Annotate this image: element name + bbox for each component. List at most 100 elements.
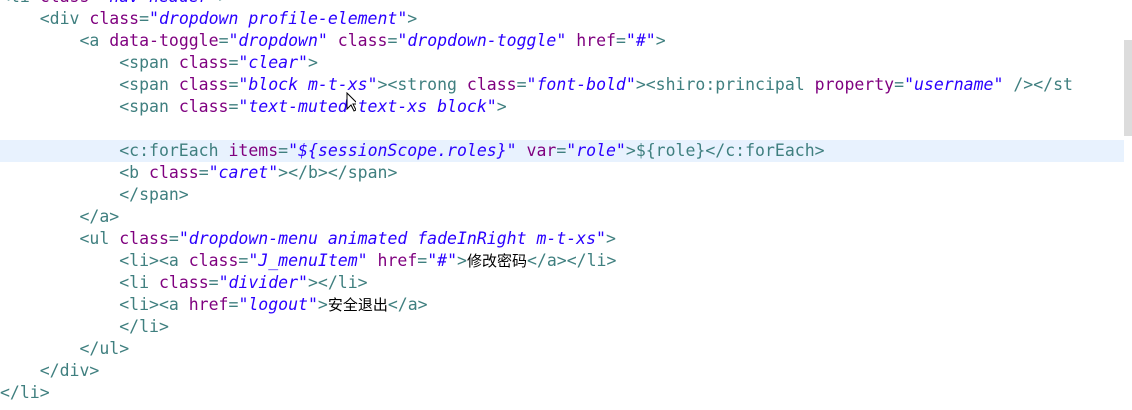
- code-token: >: [496, 97, 507, 116]
- scrollbar-thumb[interactable]: [1124, 40, 1132, 136]
- code-token: ${role}: [635, 141, 706, 160]
- code-token: =: [228, 295, 239, 314]
- code-line[interactable]: </li>: [0, 382, 1124, 404]
- code-line[interactable]: </div>: [0, 360, 1124, 382]
- vertical-scrollbar[interactable]: [1124, 0, 1132, 410]
- attribute-value: "dropdown": [228, 31, 328, 50]
- attribute-value: "J_menuItem": [248, 251, 368, 270]
- code-token: </a>: [387, 295, 428, 314]
- code-line[interactable]: </ul>: [0, 338, 1124, 360]
- code-token: >: [635, 75, 646, 94]
- attribute-value: "logout": [238, 295, 318, 314]
- attribute-name: class: [158, 273, 209, 292]
- attribute-value: "block m-t-xs": [238, 75, 378, 94]
- code-token: =: [208, 273, 219, 292]
- attribute-name: data-toggle: [109, 31, 219, 50]
- code-token: <span: [0, 75, 179, 94]
- code-line[interactable]: <li class="nav-header">: [0, 0, 1124, 8]
- code-token: =: [218, 31, 229, 50]
- code-token: <div: [0, 9, 90, 28]
- chinese-text: 安全退出: [327, 296, 388, 314]
- code-line[interactable]: <span class="block m-t-xs"><strong class…: [0, 74, 1124, 96]
- attribute-value: "font-bold": [526, 75, 636, 94]
- code-token: <li: [0, 273, 159, 292]
- code-token: <li><a: [0, 295, 189, 314]
- code-token: <b: [0, 163, 150, 182]
- code-line[interactable]: <b class="caret"></b></span>: [0, 162, 1124, 184]
- attribute-value: "divider": [218, 273, 308, 292]
- attribute-value: "${sessionScope.roles}": [288, 141, 517, 160]
- code-token: <ul: [0, 229, 120, 248]
- chinese-text: 修改密码: [466, 252, 527, 270]
- code-token: =: [168, 229, 179, 248]
- code-token: </a>: [0, 207, 120, 226]
- attribute-value: "dropdown-toggle": [397, 31, 567, 50]
- code-token: =: [516, 75, 527, 94]
- attribute-name: var: [526, 141, 557, 160]
- attribute-name: class: [119, 229, 169, 248]
- code-token: </div>: [0, 361, 100, 380]
- code-token: >: [457, 251, 467, 270]
- code-token: >: [605, 229, 616, 248]
- code-token: =: [894, 75, 905, 94]
- attribute-name: href: [576, 31, 616, 50]
- attribute-name: class: [178, 97, 229, 116]
- code-token: =: [387, 31, 398, 50]
- attribute-name: href: [377, 251, 418, 270]
- code-token: </li>: [0, 317, 169, 336]
- code-token: >: [317, 295, 328, 314]
- code-token: =: [556, 141, 567, 160]
- code-editor[interactable]: <li class="nav-header"> <div class="drop…: [0, 0, 1132, 410]
- attribute-name: class: [466, 75, 517, 94]
- code-token: =: [615, 31, 626, 50]
- attribute-name: class: [40, 0, 90, 6]
- code-token: =: [228, 75, 239, 94]
- code-line[interactable]: <li><a href="logout">安全退出</a>: [0, 294, 1124, 316]
- code-line[interactable]: [0, 118, 1124, 140]
- code-token: =: [228, 97, 239, 116]
- code-token: </c:forEach>: [705, 141, 825, 160]
- attribute-value: "text-muted text-xs block": [238, 97, 497, 116]
- attribute-value: "username": [904, 75, 1004, 94]
- attribute-name: class: [337, 31, 388, 50]
- attribute-name: property: [814, 75, 895, 94]
- code-line[interactable]: <a data-toggle="dropdown" class="dropdow…: [0, 30, 1124, 52]
- code-token: <a: [0, 31, 110, 50]
- code-token: ></b></span>: [278, 163, 398, 182]
- code-token: >: [307, 53, 318, 72]
- code-token: <strong: [387, 75, 467, 94]
- code-token: <li><a: [0, 251, 189, 270]
- attribute-value: "dropdown profile-element": [149, 9, 408, 28]
- attribute-name: href: [188, 295, 229, 314]
- code-line[interactable]: <li><a class="J_menuItem" href="#">修改密码<…: [0, 250, 1124, 272]
- code-token: =: [198, 163, 209, 182]
- text-ibeam-cursor-icon: [346, 92, 356, 112]
- code-line[interactable]: <li class="divider"></li>: [0, 272, 1124, 294]
- code-token: </ul>: [0, 339, 130, 358]
- code-line[interactable]: <div class="dropdown profile-element">: [0, 8, 1124, 30]
- attribute-name: class: [178, 75, 229, 94]
- code-token: >: [625, 141, 636, 160]
- code-line-current[interactable]: <c:forEach items="${sessionScope.roles}"…: [0, 140, 1124, 162]
- code-token: <li: [0, 0, 40, 6]
- code-token: <span: [0, 97, 179, 116]
- attribute-name: class: [89, 9, 140, 28]
- code-line[interactable]: </a>: [0, 206, 1124, 228]
- attribute-value: "#": [625, 31, 656, 50]
- attribute-name: class: [178, 53, 229, 72]
- code-line[interactable]: </li>: [0, 316, 1124, 338]
- code-line[interactable]: <span class="clear">: [0, 52, 1124, 74]
- code-token: </span>: [0, 185, 189, 204]
- code-line[interactable]: <ul class="dropdown-menu animated fadeIn…: [0, 228, 1124, 250]
- code-token: =: [278, 141, 289, 160]
- code-token: =: [228, 53, 239, 72]
- code-token: <span: [0, 53, 179, 72]
- code-text-area[interactable]: <li class="nav-header"> <div class="drop…: [0, 0, 1124, 404]
- attribute-value: "clear": [238, 53, 308, 72]
- attribute-value: "nav-header": [99, 0, 218, 6]
- code-line[interactable]: <span class="text-muted text-xs block">: [0, 96, 1124, 118]
- code-line[interactable]: </span>: [0, 184, 1124, 206]
